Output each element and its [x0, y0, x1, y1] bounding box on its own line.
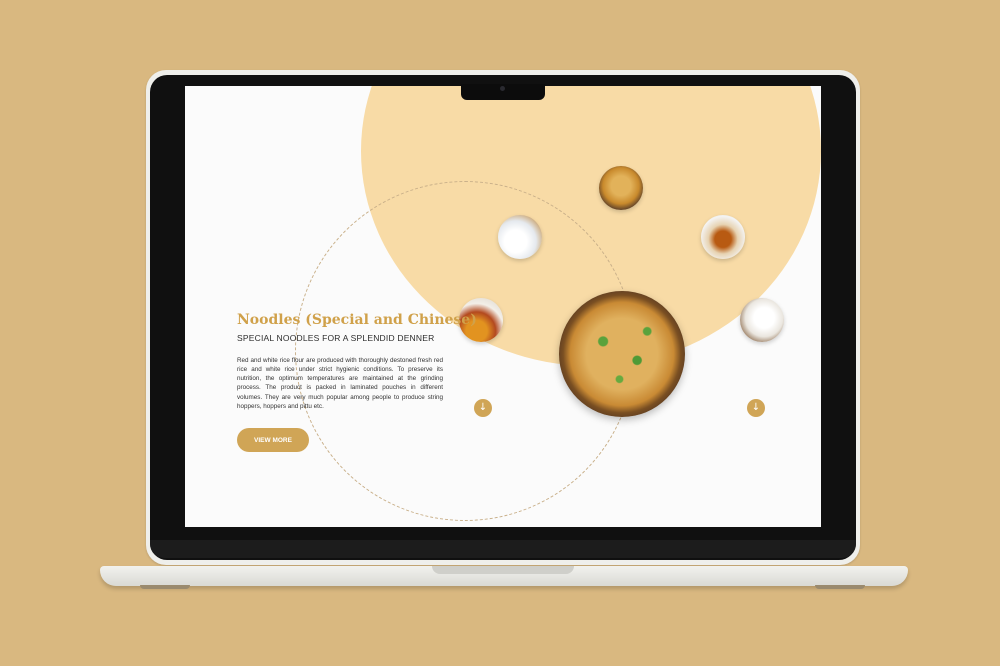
website-screen: Noodles (Special and Chinese) SPECIAL NO… — [185, 86, 821, 527]
noodles-thumbnail[interactable] — [599, 166, 643, 210]
view-more-button[interactable]: VIEW MORE — [237, 428, 309, 452]
main-noodle-dish-image — [559, 291, 685, 417]
arrow-down-icon[interactable]: ↓ — [474, 399, 492, 417]
product-subtitle: SPECIAL NOODLES FOR A SPLENDID DENNER — [237, 333, 435, 343]
rice-thumbnail[interactable] — [498, 215, 542, 259]
product-title: Noodles (Special and Chinese) — [237, 312, 477, 328]
bezel-bottom — [150, 540, 856, 558]
flour-thumbnail[interactable] — [740, 298, 784, 342]
product-description: Red and white rice flour are produced wi… — [237, 357, 443, 410]
base-opening-notch — [432, 566, 574, 574]
laptop-foot-left — [140, 585, 190, 589]
arrow-down-icon[interactable]: ↓ — [747, 399, 765, 417]
camera-icon — [500, 86, 505, 91]
laptop-foot-right — [815, 585, 865, 589]
tea-thumbnail[interactable] — [701, 215, 745, 259]
